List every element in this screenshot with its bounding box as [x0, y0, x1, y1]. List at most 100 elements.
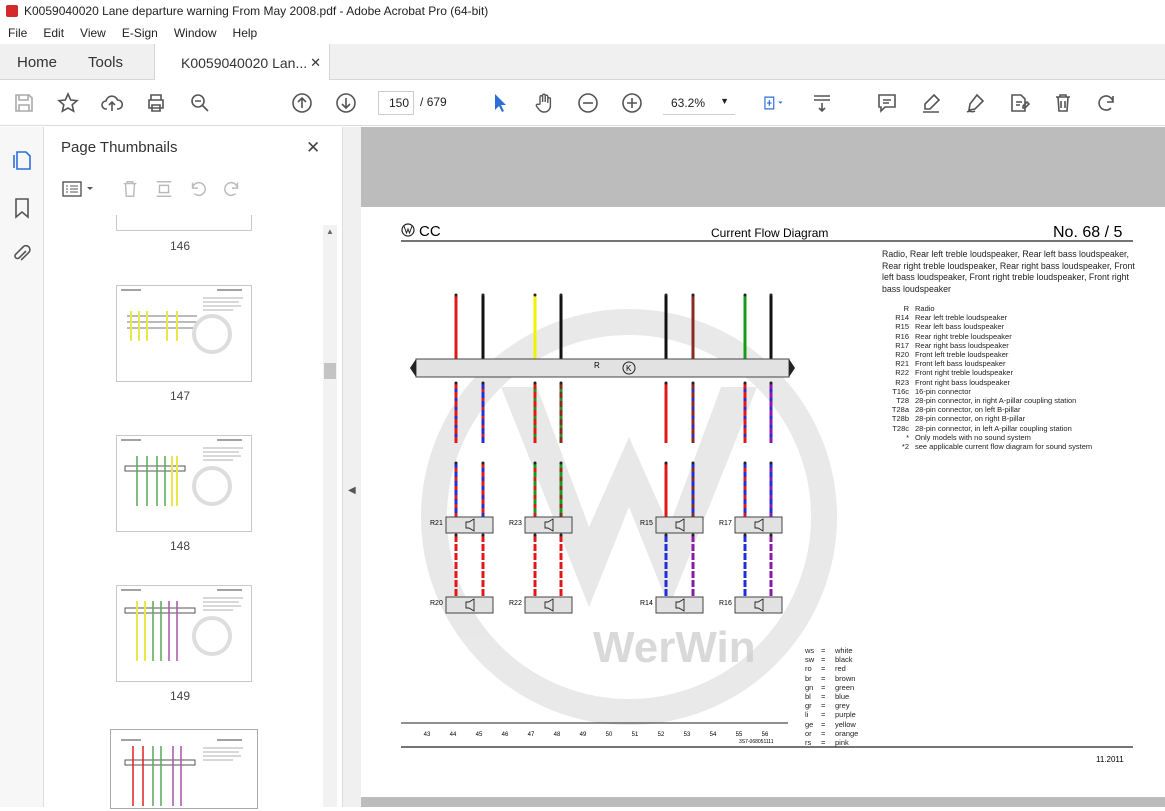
- wire-junction: [454, 381, 458, 385]
- menu-bar: File Edit View E-Sign Window Help: [0, 22, 1165, 44]
- next-page-icon[interactable]: [334, 91, 358, 115]
- component-row: R15 Rear left bass loudspeaker: [889, 322, 1149, 331]
- scrollbar-thumb[interactable]: [324, 363, 336, 379]
- wire-junction: [743, 461, 747, 465]
- close-panel-icon[interactable]: ✕: [306, 138, 320, 158]
- color-key-row: gn = green: [805, 683, 885, 692]
- doc-brand: CC: [419, 223, 441, 240]
- delete-trash-icon[interactable]: [1051, 91, 1075, 115]
- scroll-up-icon[interactable]: ▲: [326, 227, 334, 236]
- color-equals: =: [821, 701, 826, 711]
- thumbnail-148[interactable]: [116, 435, 252, 532]
- zoom-in-icon[interactable]: [620, 91, 644, 115]
- menu-esign[interactable]: E-Sign: [114, 26, 166, 40]
- page-number-input[interactable]: 150: [378, 91, 414, 115]
- column-number: 46: [502, 732, 509, 738]
- menu-edit[interactable]: Edit: [35, 26, 72, 40]
- highlight-pen-icon[interactable]: [919, 91, 943, 115]
- thumbnail-146[interactable]: [116, 215, 252, 231]
- bookmarks-icon[interactable]: [14, 197, 30, 224]
- print-icon[interactable]: [144, 91, 168, 115]
- component-desc: see applicable current flow diagram for …: [915, 442, 1093, 452]
- component-row: R17 Rear right bass loudspeaker: [889, 341, 1149, 350]
- panel-title: Page Thumbnails: [61, 139, 178, 156]
- wire-junction: [559, 381, 563, 385]
- zoom-select[interactable]: 63.2% ▼: [663, 91, 735, 115]
- wire-junction: [769, 533, 773, 537]
- fit-page-icon[interactable]: [756, 91, 790, 115]
- color-name: brown: [835, 673, 856, 683]
- speaker-label: R21: [430, 520, 443, 527]
- color-key-row: ge = yellow: [805, 720, 885, 729]
- collapse-panel-handle[interactable]: ◀: [343, 127, 361, 807]
- speaker-label: R15: [640, 520, 653, 527]
- menu-file[interactable]: File: [0, 26, 35, 40]
- component-list: R Radio R14 Rear left treble loudspeaker R15…: [889, 304, 1149, 451]
- color-code: ws: [805, 646, 815, 655]
- color-key-row: li = purple: [805, 710, 885, 719]
- thumbnail-150-selected[interactable]: [110, 729, 258, 809]
- component-row: R14 Rear left treble loudspeaker: [889, 313, 1149, 322]
- wire-junction: [559, 461, 563, 465]
- wire-junction: [559, 293, 563, 297]
- doc-description: Radio, Rear left treble loudspeaker, Rea…: [882, 249, 1135, 294]
- color-equals: =: [821, 646, 826, 655]
- component-row: T28b 28-pin connector, on right B-pillar: [889, 414, 1149, 423]
- acrobat-icon: [6, 5, 18, 17]
- hand-tool-icon[interactable]: [532, 91, 556, 115]
- close-tab-icon[interactable]: ✕: [310, 55, 321, 71]
- scroll-mode-icon[interactable]: [810, 91, 834, 115]
- component-desc: Rear left treble loudspeaker: [915, 313, 1008, 323]
- menu-window[interactable]: Window: [166, 26, 225, 40]
- component-row: R23 Front right bass loudspeaker: [889, 378, 1149, 387]
- component-code: R23: [895, 377, 909, 387]
- rotate-cw-icon: [222, 179, 242, 204]
- bookmark-star-icon[interactable]: [56, 91, 80, 115]
- color-name: red: [835, 664, 846, 674]
- page-thumbnails-icon[interactable]: [12, 149, 32, 176]
- color-name: green: [835, 682, 855, 692]
- thumbnail-147[interactable]: [116, 285, 252, 382]
- thumbnail-scrollbar[interactable]: ▲: [323, 225, 337, 807]
- speaker-box: [655, 516, 704, 534]
- comment-icon[interactable]: [875, 91, 899, 115]
- menu-view[interactable]: View: [72, 26, 114, 40]
- menu-help[interactable]: Help: [225, 26, 266, 40]
- find-zoom-icon[interactable]: [188, 91, 212, 115]
- document-area: WerWin CC Current Flow Diagram No. 68 / …: [361, 127, 1165, 807]
- part-number: 3S7-068051111: [739, 739, 774, 745]
- wire-junction: [481, 461, 485, 465]
- color-equals: =: [821, 738, 826, 748]
- color-key-row: ws = white: [805, 646, 885, 655]
- component-code: T28b: [891, 414, 909, 424]
- previous-page-icon[interactable]: [290, 91, 314, 115]
- color-key-row: gr = grey: [805, 701, 885, 710]
- tab-tools[interactable]: Tools: [88, 44, 123, 80]
- thumbnail-149[interactable]: [116, 585, 252, 682]
- speaker-box: [445, 596, 494, 614]
- upload-cloud-icon[interactable]: [100, 91, 124, 115]
- thumbnail-label: 147: [170, 389, 191, 403]
- edit-pdf-icon[interactable]: [1007, 91, 1031, 115]
- attachments-icon[interactable]: [12, 243, 32, 270]
- chevron-left-icon[interactable]: ◀: [348, 485, 356, 496]
- tab-home[interactable]: Home: [17, 44, 57, 80]
- color-key-row: bl = blue: [805, 692, 885, 701]
- tab-bar: Home Tools K0059040020 Lan... ✕: [0, 44, 1165, 81]
- select-cursor-icon[interactable]: [488, 91, 512, 115]
- tab-document[interactable]: K0059040020 Lan... ✕: [154, 44, 330, 81]
- save-icon[interactable]: [12, 91, 36, 115]
- column-number: 47: [528, 732, 535, 738]
- redo-icon[interactable]: [1095, 91, 1119, 115]
- zoom-out-icon[interactable]: [576, 91, 600, 115]
- component-desc: Front left bass loudspeaker: [915, 359, 1006, 369]
- color-name: grey: [835, 701, 850, 711]
- sign-pen-icon[interactable]: [963, 91, 987, 115]
- page-separator: /: [420, 95, 424, 109]
- speaker-label: R17: [719, 520, 732, 527]
- component-row: R20 Front left treble loudspeaker: [889, 350, 1149, 359]
- color-code: gr: [805, 701, 812, 711]
- column-number: 44: [450, 732, 457, 738]
- column-numbers: 43 44 45 46 47 48 49 50 51 52 53 54 55 56: [424, 732, 769, 738]
- thumbnail-options-icon[interactable]: [62, 179, 96, 199]
